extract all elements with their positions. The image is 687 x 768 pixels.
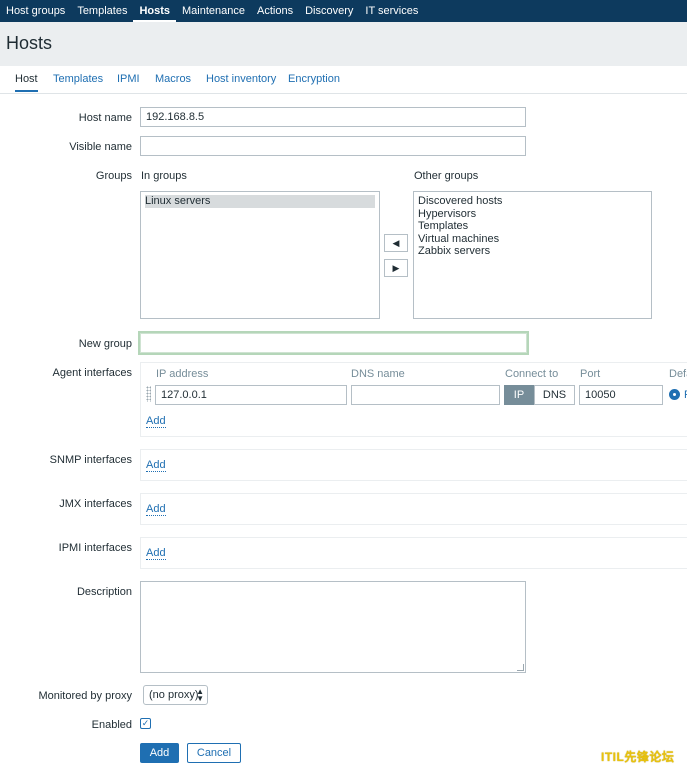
col-ip-address: IP address bbox=[156, 368, 209, 380]
move-right-button[interactable]: ▶ bbox=[384, 259, 408, 277]
col-dns-name: DNS name bbox=[351, 368, 405, 380]
host-name-label: Host name bbox=[78, 112, 132, 124]
tab-macros[interactable]: Macros bbox=[155, 73, 191, 85]
connect-dns-toggle[interactable]: DNS bbox=[534, 385, 575, 405]
agent-interfaces-label: Agent interfaces bbox=[52, 367, 133, 379]
connect-ip-toggle[interactable]: IP bbox=[504, 385, 534, 405]
other-group-option[interactable]: Discovered hosts bbox=[418, 195, 647, 208]
nav-hosts[interactable]: Hosts bbox=[133, 0, 177, 22]
default-interface-radio[interactable] bbox=[669, 389, 680, 400]
other-groups-listbox[interactable]: Discovered hosts Hypervisors Templates V… bbox=[413, 191, 652, 319]
other-group-option[interactable]: Zabbix servers bbox=[418, 245, 647, 258]
agent-port-input[interactable]: 10050 bbox=[579, 385, 663, 405]
other-groups-label: Other groups bbox=[414, 170, 479, 182]
visible-name-input[interactable] bbox=[140, 136, 526, 156]
col-connect-to: Connect to bbox=[505, 368, 559, 380]
other-group-option[interactable]: Templates bbox=[418, 220, 647, 233]
top-navigation: Host groups Templates Hosts Maintenance … bbox=[0, 0, 687, 22]
proxy-select-value: (no proxy) bbox=[149, 689, 199, 701]
drag-handle-icon[interactable] bbox=[146, 386, 151, 402]
watermark-text: ITIL先锋论坛 bbox=[601, 750, 675, 764]
tab-ipmi[interactable]: IPMI bbox=[117, 73, 140, 85]
description-label: Description bbox=[76, 586, 132, 598]
title-bar: Hosts bbox=[0, 22, 687, 66]
updown-chevron-icon: ▲ ▼ bbox=[196, 687, 204, 703]
resize-handle-icon[interactable] bbox=[517, 664, 524, 671]
tab-templates[interactable]: Templates bbox=[53, 73, 103, 85]
proxy-select[interactable]: (no proxy) ▲ ▼ bbox=[143, 685, 208, 705]
col-port: Port bbox=[580, 368, 601, 380]
add-agent-interface-link[interactable]: Add bbox=[146, 415, 166, 428]
visible-name-label: Visible name bbox=[69, 141, 132, 153]
other-group-option[interactable]: Hypervisors bbox=[418, 208, 647, 221]
checkmark-icon: ✓ bbox=[141, 718, 150, 728]
other-group-option[interactable]: Virtual machines bbox=[418, 233, 647, 246]
arrow-right-icon: ▶ bbox=[392, 262, 400, 273]
enabled-label: Enabled bbox=[91, 719, 132, 731]
col-default: Default bbox=[669, 368, 687, 380]
enabled-checkbox[interactable]: ✓ bbox=[140, 718, 151, 729]
tab-encryption[interactable]: Encryption bbox=[288, 73, 340, 85]
tab-host[interactable]: Host bbox=[15, 73, 38, 92]
groups-label: Groups bbox=[95, 170, 132, 182]
nav-host-groups[interactable]: Host groups bbox=[0, 0, 71, 22]
add-ipmi-interface-link[interactable]: Add bbox=[146, 547, 166, 560]
nav-discovery[interactable]: Discovery bbox=[299, 0, 359, 22]
new-group-label: New group bbox=[78, 338, 132, 350]
add-button[interactable]: Add bbox=[140, 743, 179, 763]
move-left-button[interactable]: ◀ bbox=[384, 234, 408, 252]
jmx-interfaces-box bbox=[140, 493, 687, 525]
agent-dns-input[interactable] bbox=[351, 385, 500, 405]
jmx-interfaces-label: JMX interfaces bbox=[59, 498, 132, 510]
new-group-input[interactable] bbox=[138, 331, 529, 355]
nav-templates[interactable]: Templates bbox=[71, 0, 133, 22]
nav-actions[interactable]: Actions bbox=[251, 0, 299, 22]
agent-ip-input[interactable]: 127.0.0.1 bbox=[155, 385, 347, 405]
host-name-input[interactable]: 192.168.8.5 bbox=[140, 107, 526, 127]
nav-maintenance[interactable]: Maintenance bbox=[176, 0, 251, 22]
ipmi-interfaces-box bbox=[140, 537, 687, 569]
cancel-button[interactable]: Cancel bbox=[187, 743, 241, 763]
tab-host-inventory[interactable]: Host inventory bbox=[206, 73, 276, 85]
add-snmp-interface-link[interactable]: Add bbox=[146, 459, 166, 472]
in-groups-label: In groups bbox=[141, 170, 187, 182]
proxy-label: Monitored by proxy bbox=[38, 690, 132, 702]
description-textarea[interactable] bbox=[140, 581, 526, 673]
in-group-option[interactable]: Linux servers bbox=[145, 195, 375, 208]
arrow-left-icon: ◀ bbox=[392, 237, 400, 248]
in-groups-listbox[interactable]: Linux servers bbox=[140, 191, 380, 319]
page-title: Hosts bbox=[6, 33, 53, 53]
form-tabs: Host Templates IPMI Macros Host inventor… bbox=[0, 70, 687, 94]
snmp-interfaces-box bbox=[140, 449, 687, 481]
ipmi-interfaces-label: IPMI interfaces bbox=[58, 542, 132, 554]
add-jmx-interface-link[interactable]: Add bbox=[146, 503, 166, 516]
nav-it-services[interactable]: IT services bbox=[359, 0, 424, 22]
snmp-interfaces-label: SNMP interfaces bbox=[49, 454, 132, 466]
